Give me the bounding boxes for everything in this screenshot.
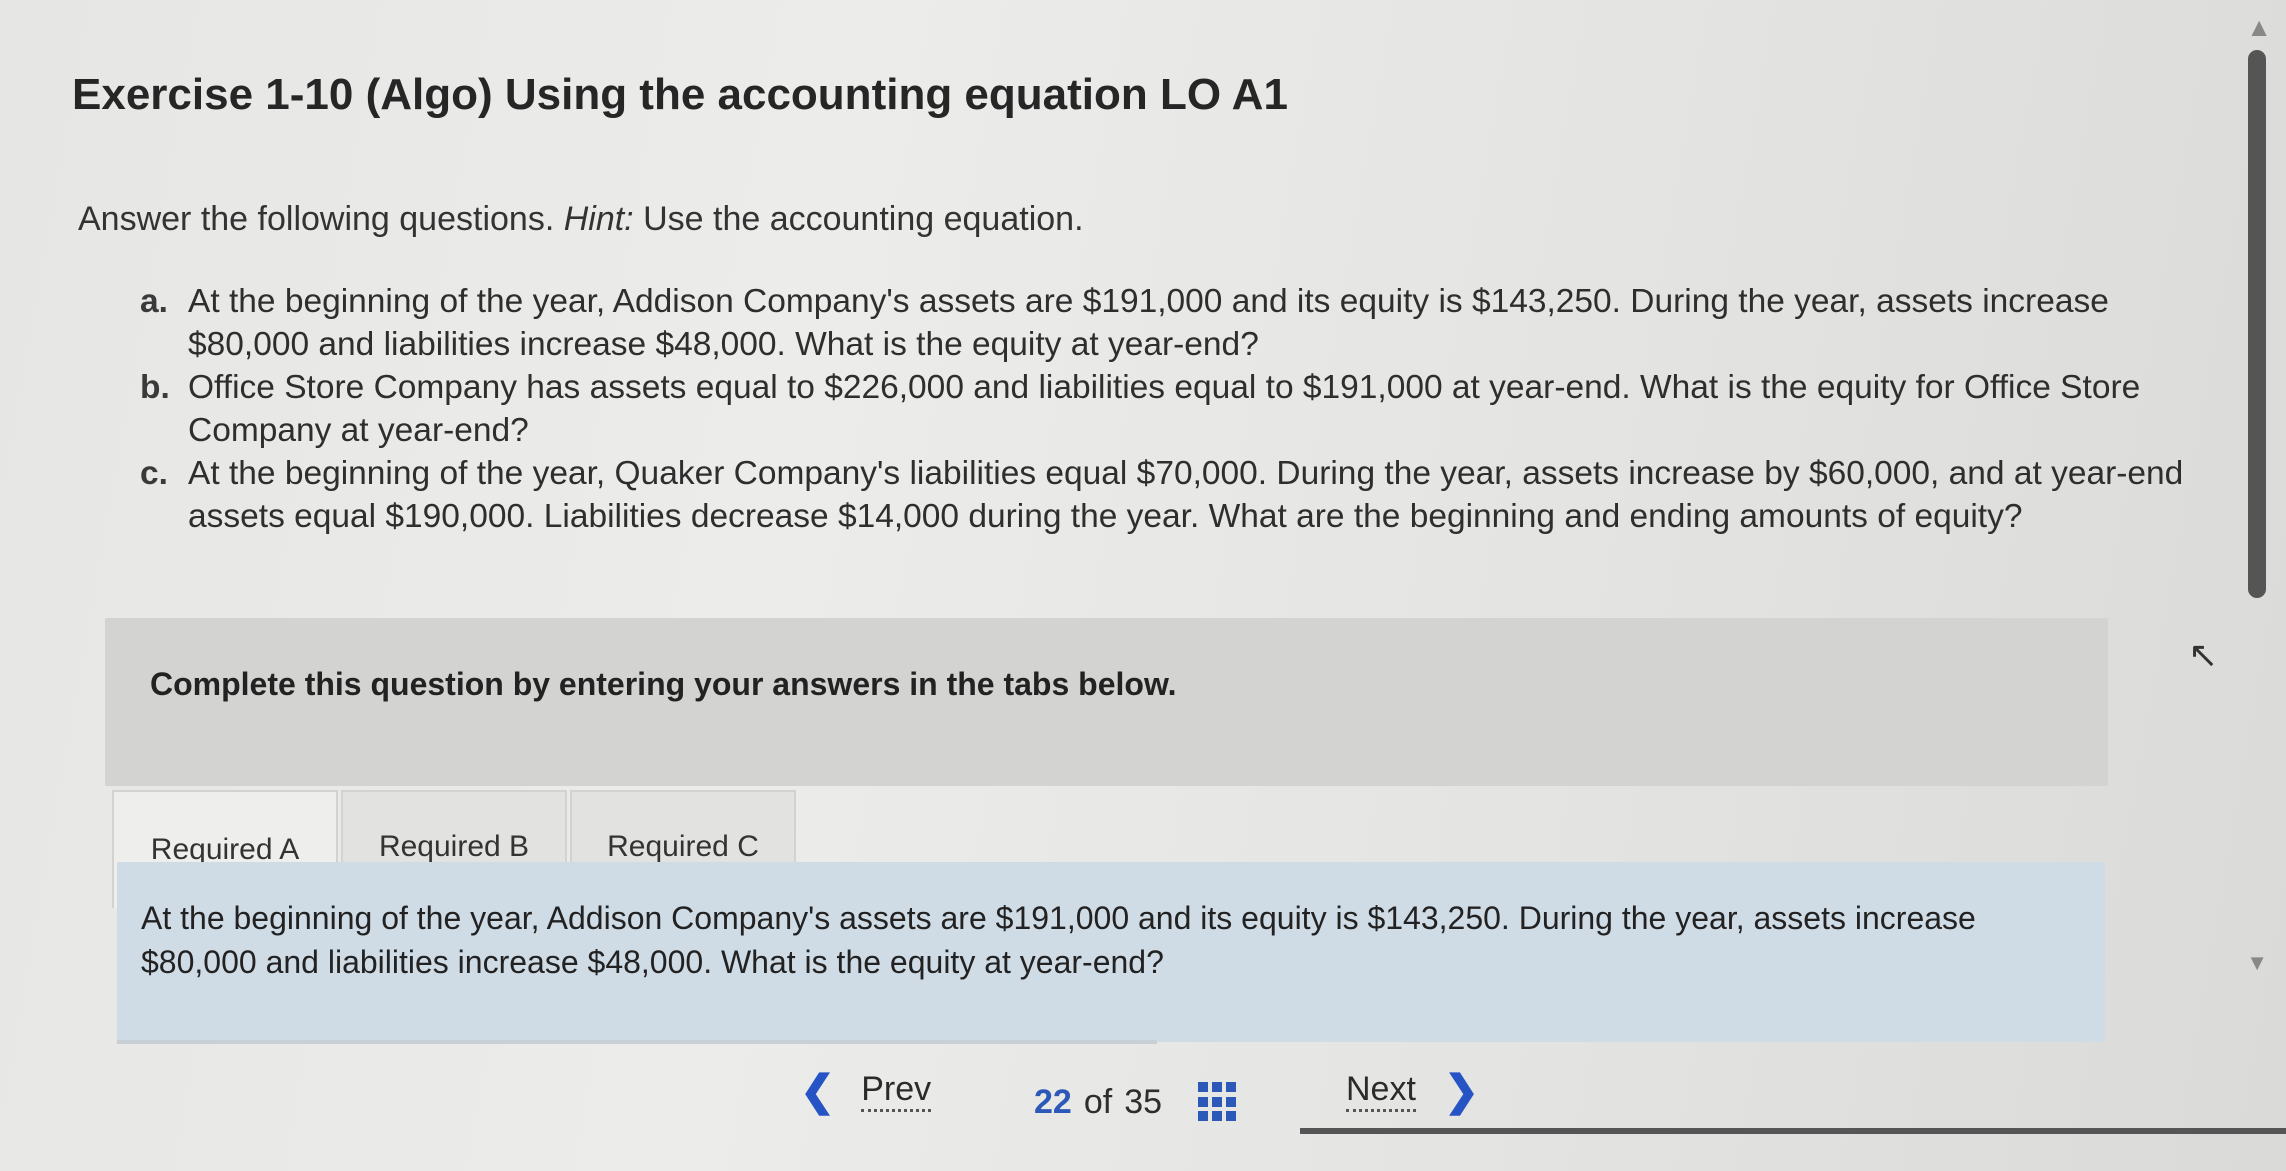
question-c: c. At the beginning of the year, Quaker … xyxy=(140,452,2220,538)
of-label: of xyxy=(1083,1082,1113,1121)
panel-divider xyxy=(117,1040,1157,1044)
question-text: At the beginning of the year, Quaker Com… xyxy=(188,455,2184,535)
next-button[interactable]: Next ❯ xyxy=(1346,1066,1479,1115)
question-marker: c. xyxy=(140,455,168,492)
scroll-up-arrow-icon[interactable]: ▲ xyxy=(2246,12,2272,43)
intro-text: Answer the following questions. Hint: Us… xyxy=(78,200,1084,239)
bottom-divider xyxy=(1300,1128,2286,1134)
question-list: a. At the beginning of the year, Addison… xyxy=(140,280,2220,538)
question-text: Office Store Company has assets equal to… xyxy=(188,369,2141,449)
instruction-text: Complete this question by entering your … xyxy=(150,666,1177,702)
scroll-down-arrow-icon[interactable]: ▼ xyxy=(2246,950,2268,976)
chevron-right-icon: ❯ xyxy=(1443,1067,1480,1114)
exercise-title: Exercise 1-10 (Algo) Using the accountin… xyxy=(72,70,1288,119)
question-text: At the beginning of the year, Addison Co… xyxy=(188,283,2109,363)
question-marker: a. xyxy=(140,283,168,320)
intro-lead: Answer the following questions. xyxy=(78,200,564,238)
grid-icon[interactable] xyxy=(1198,1082,1238,1122)
chevron-left-icon: ❮ xyxy=(800,1067,836,1114)
instruction-box: Complete this question by entering your … xyxy=(105,618,2108,786)
scrollbar-thumb[interactable] xyxy=(2248,50,2266,598)
question-b: b. Office Store Company has assets equal… xyxy=(140,366,2220,452)
prev-label: Prev xyxy=(861,1070,932,1112)
tab-panel: At the beginning of the year, Addison Co… xyxy=(117,862,2105,1042)
current-page: 22 xyxy=(1034,1082,1072,1121)
hint-text: Use the accounting equation. xyxy=(633,200,1084,238)
next-label: Next xyxy=(1346,1070,1416,1112)
hint-label: Hint: xyxy=(563,200,634,238)
total-pages: 35 xyxy=(1124,1082,1163,1121)
question-a: a. At the beginning of the year, Addison… xyxy=(140,280,2220,366)
mouse-cursor-icon: ↖ xyxy=(2188,634,2219,675)
page-indicator: 22 of 35 xyxy=(1034,1082,1238,1122)
question-marker: b. xyxy=(140,369,170,406)
prev-button[interactable]: ❮ Prev xyxy=(800,1066,932,1115)
